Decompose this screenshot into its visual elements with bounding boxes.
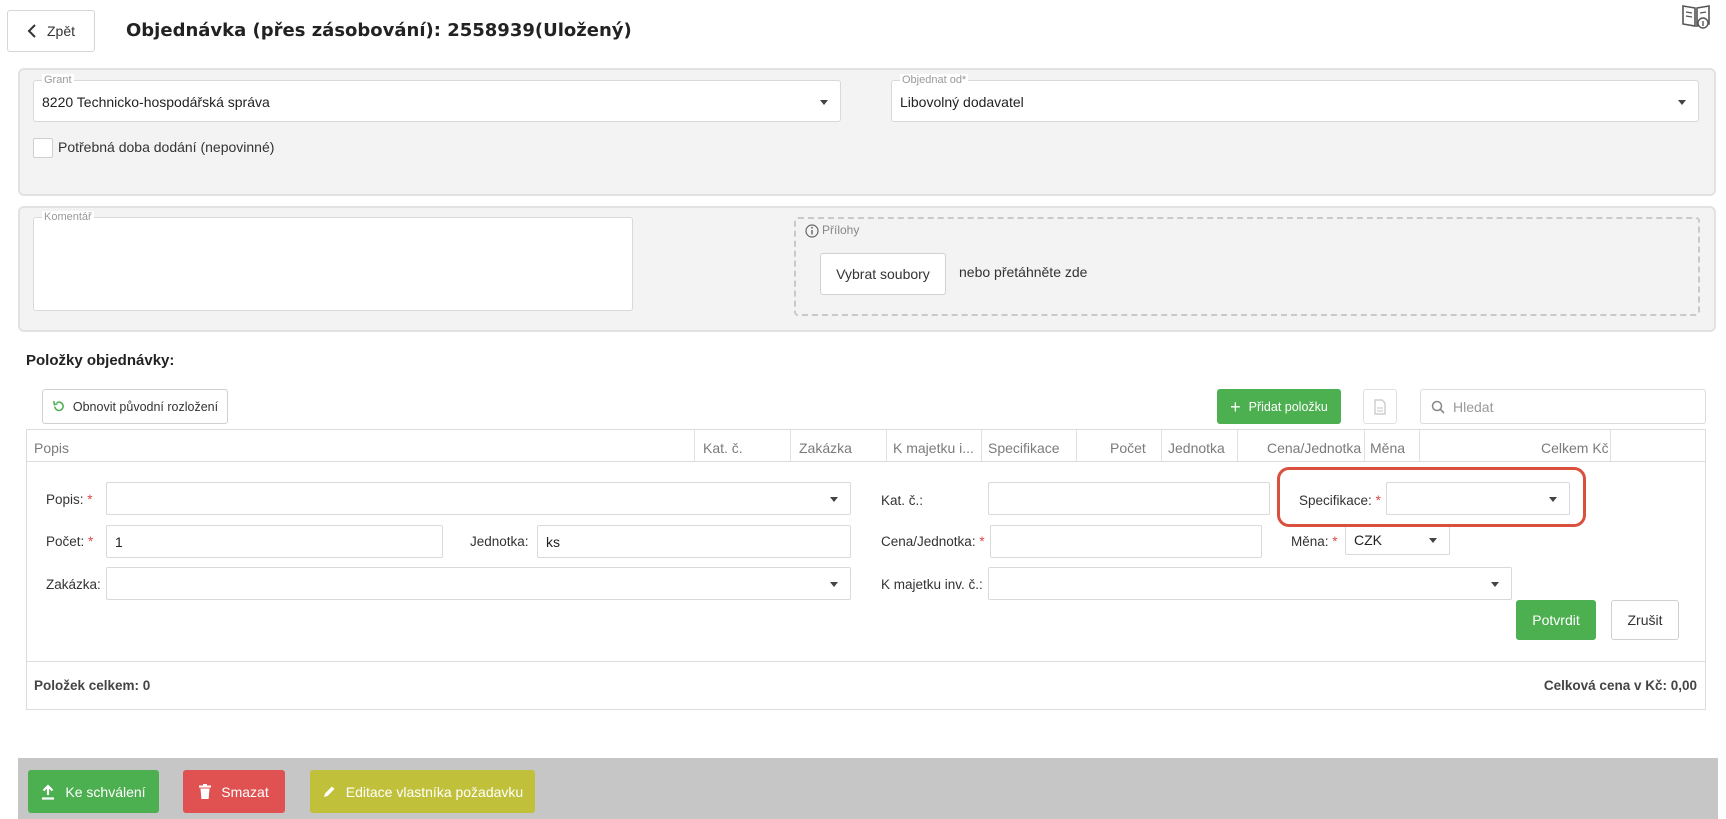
cena-input[interactable] [990,525,1262,558]
chevron-down-icon [1491,582,1499,587]
confirm-label: Potvrdit [1532,612,1580,628]
zakazka-select[interactable] [106,567,851,600]
manual-book-icon[interactable] [1681,2,1711,30]
page-title: Objednávka (přes zásobování): 2558939(Ul… [126,20,632,41]
column-separator [1076,430,1077,461]
search-placeholder: Hledat [1453,399,1494,415]
comment-textarea[interactable]: Komentář [33,211,633,311]
column-separator [981,430,982,461]
submit-for-approval-button[interactable]: Ke schválení [28,770,159,813]
chevron-down-icon [830,582,838,587]
chevron-left-icon [27,24,36,38]
kat-label: Kat. č.: [881,493,924,508]
edit-owner-label: Editace vlastníka požadavku [345,783,524,800]
file-export-icon [1374,398,1386,415]
search-icon [1431,400,1445,414]
jednotka-value: ks [546,534,560,550]
supplier-select[interactable]: Objednat od* Libovolný dodavatel [891,74,1699,122]
export-button[interactable] [1363,389,1397,424]
grid-header: Popis Kat. č. Zakázka K majetku i... Spe… [27,430,1705,462]
search-input[interactable]: Hledat [1420,389,1706,424]
chevron-down-icon [1429,538,1437,543]
cancel-button[interactable]: Zrušit [1611,600,1679,640]
column-separator [1237,430,1238,461]
grid-footer: Položek celkem: 0 Celková cena v Kč: 0,0… [27,661,1705,709]
column-separator [694,430,695,461]
chevron-down-icon [830,497,838,502]
attachments-dropzone[interactable]: Přílohy Vybrat soubory nebo přetáhněte z… [794,217,1700,316]
trash-icon [199,784,212,799]
column-header-jednotka[interactable]: Jednotka [1168,440,1225,456]
back-button-label: Zpět [46,23,75,39]
add-item-label: Přidat položku [1248,399,1328,414]
pencil-icon [323,786,335,797]
drag-hint: nebo přetáhněte zde [959,264,1088,280]
plus-icon: + [1230,396,1241,417]
column-header-majetek[interactable]: K majetku i... [893,440,974,456]
reset-layout-button[interactable]: Obnovit původní rozložení [42,389,228,424]
grant-value: 8220 Technicko-hospodářská správa [42,94,270,110]
cancel-label: Zrušit [1627,612,1663,628]
delete-button[interactable]: Smazat [183,770,285,813]
comment-legend: Komentář [42,211,94,223]
column-header-pocet[interactable]: Počet [1110,440,1146,456]
mena-value: CZK [1354,532,1382,548]
confirm-button[interactable]: Potvrdit [1516,600,1596,640]
majetek-select[interactable] [988,567,1512,600]
cena-label: Cena/Jednotka: * [881,534,985,549]
column-header-kat[interactable]: Kat. č. [703,440,743,456]
grant-legend: Grant [42,74,74,86]
delivery-time-checkbox[interactable] [33,138,53,158]
add-item-button[interactable]: + Přidat položku [1217,389,1341,424]
total-price: Celková cena v Kč: 0,00 [1543,678,1697,693]
upload-icon [42,783,55,800]
delete-label: Smazat [221,783,269,800]
mena-label: Měna: * [1291,534,1338,549]
column-separator [1161,430,1162,461]
mena-select[interactable]: CZK [1345,525,1450,555]
popis-label: Popis: * [46,492,93,507]
reset-layout-label: Obnovit původní rozložení [72,399,219,414]
pocet-input[interactable]: 1 [106,525,443,558]
supplier-legend: Objednat od* [900,74,969,86]
select-files-label: Vybrat soubory [836,266,930,282]
undo-icon [52,400,64,412]
chevron-down-icon [820,100,828,105]
column-separator [790,430,791,461]
column-separator [1364,430,1365,461]
column-header-popis[interactable]: Popis [34,440,69,456]
jednotka-label: Jednotka: [470,534,529,549]
supplier-value: Libovolný dodavatel [900,94,1024,110]
grant-select[interactable]: Grant 8220 Technicko-hospodářská správa [33,74,841,122]
zakazka-label: Zakázka: [46,577,101,592]
items-section-title: Položky objednávky: [26,352,175,369]
back-button[interactable]: Zpět [7,10,95,52]
column-header-specifikace[interactable]: Specifikace [988,440,1060,456]
column-header-mena[interactable]: Měna [1370,440,1405,456]
chevron-down-icon [1678,100,1686,105]
select-files-button[interactable]: Vybrat soubory [820,253,946,295]
jednotka-input[interactable]: ks [537,525,851,558]
column-header-zakazka[interactable]: Zakázka [799,440,852,456]
edit-owner-button[interactable]: Editace vlastníka požadavku [310,770,535,813]
column-header-cena[interactable]: Cena/Jednotka [1267,440,1361,456]
column-separator [1610,430,1611,461]
kat-input[interactable] [988,482,1270,515]
pocet-value: 1 [115,534,123,550]
specifikace-highlight [1277,467,1586,527]
delivery-time-label: Potřebná doba dodání (nepovinné) [58,139,275,155]
submit-for-approval-label: Ke schválení [65,783,146,800]
total-items: Položek celkem: 0 [34,678,151,693]
column-header-celkem[interactable]: Celkem Kč [1541,440,1609,456]
pocet-label: Počet: * [46,534,94,549]
info-icon [805,224,819,243]
popis-select[interactable] [106,482,851,515]
column-separator [1419,430,1420,461]
majetek-label: K majetku inv. č.: [881,577,983,592]
attachments-legend: Přílohy [822,223,860,237]
column-separator [886,430,887,461]
